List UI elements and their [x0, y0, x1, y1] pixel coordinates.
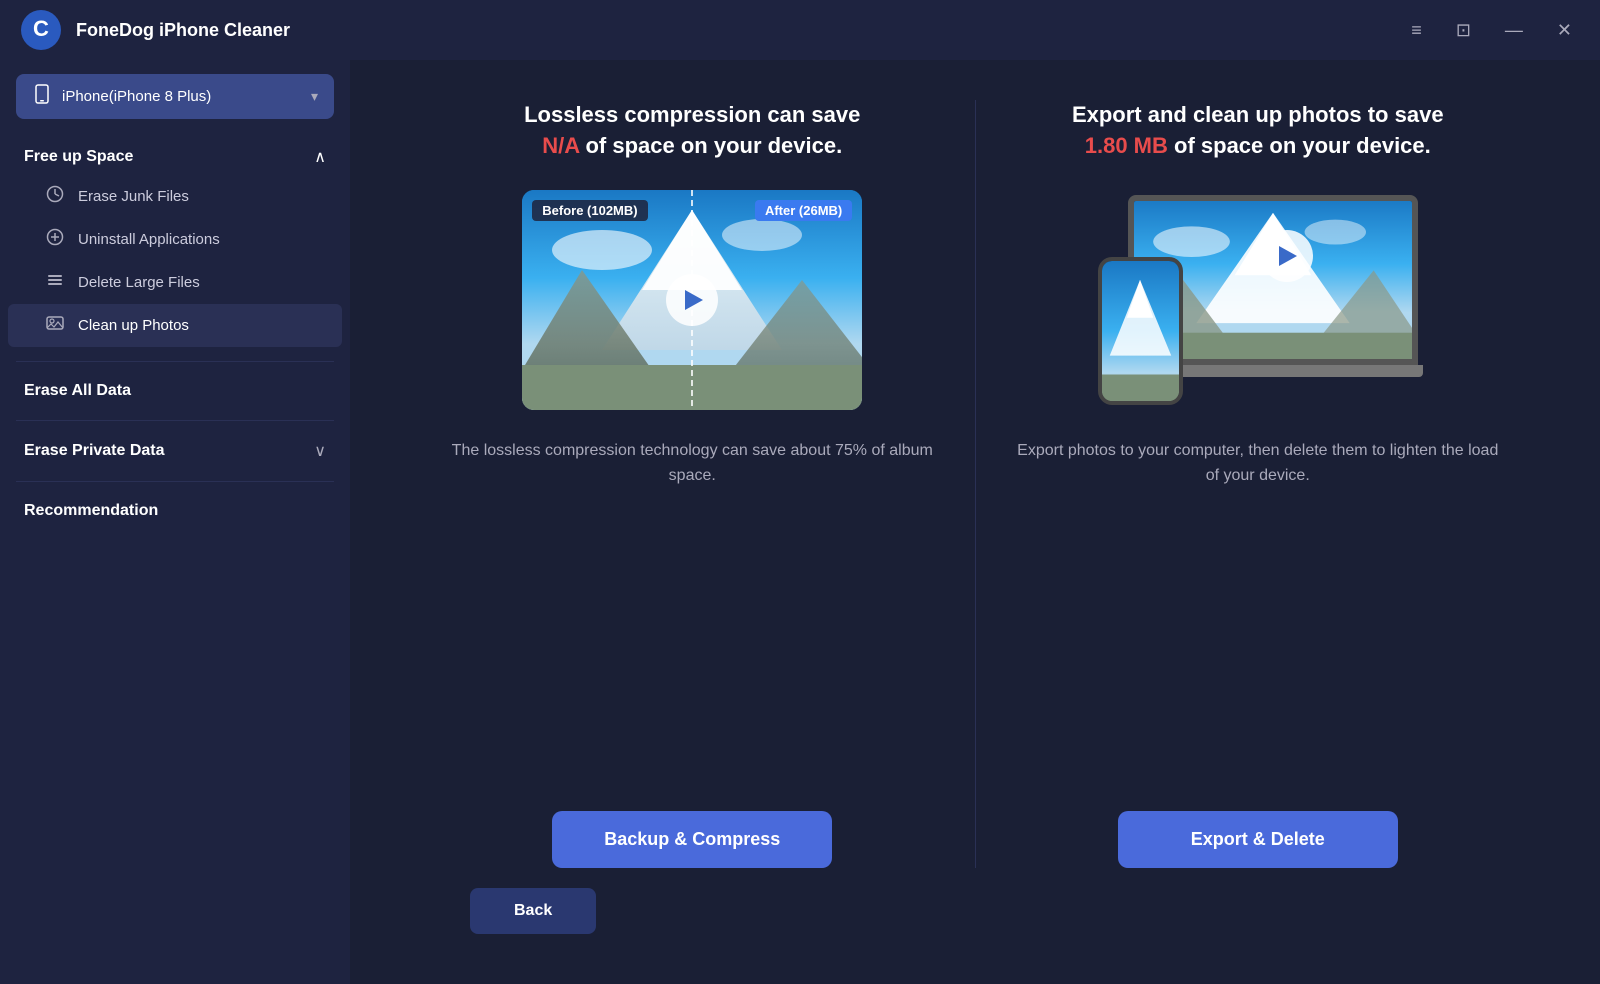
- panels-row: Lossless compression can save N/A of spa…: [410, 100, 1540, 868]
- divider-2: [16, 420, 334, 421]
- left-heading-highlight: N/A: [542, 133, 579, 158]
- right-panel-heading: Export and clean up photos to save 1.80 …: [1072, 100, 1444, 162]
- title-bar-controls: ≡ ⊡ — ✕: [1403, 17, 1580, 43]
- right-panel-description: Export photos to your computer, then del…: [1016, 438, 1501, 781]
- title-bar: C FoneDog iPhone Cleaner ≡ ⊡ — ✕: [0, 0, 1600, 60]
- right-heading-part1: Export and clean up photos to save: [1072, 102, 1444, 127]
- device-selector[interactable]: iPhone(iPhone 8 Plus) ▾: [16, 74, 334, 119]
- free-up-space-title: Free up Space: [24, 148, 133, 166]
- chevron-down-icon: ▾: [311, 88, 318, 105]
- chevron-erase-private: ∨: [314, 441, 326, 461]
- device-selector-left: iPhone(iPhone 8 Plus): [32, 84, 211, 109]
- delete-large-label: Delete Large Files: [78, 274, 200, 291]
- right-heading-part2: of space on your device.: [1174, 133, 1431, 158]
- title-bar-left: C FoneDog iPhone Cleaner: [20, 9, 290, 51]
- minimize-button[interactable]: —: [1497, 17, 1531, 43]
- right-panel-image: [1088, 190, 1428, 410]
- play-icon-laptop: [1279, 246, 1297, 266]
- bottom-bar: Back: [410, 868, 1540, 954]
- files-icon: [44, 271, 66, 294]
- close-button[interactable]: ✕: [1549, 17, 1580, 43]
- export-delete-button[interactable]: Export & Delete: [1118, 811, 1398, 868]
- main-layout: iPhone(iPhone 8 Plus) ▾ Free up Space ∧ …: [0, 60, 1600, 984]
- back-button[interactable]: Back: [470, 888, 596, 934]
- sidebar-item-clean-photos[interactable]: Clean up Photos: [8, 304, 342, 347]
- after-label: After (26MB): [755, 200, 852, 221]
- chat-button[interactable]: ⊡: [1448, 17, 1479, 43]
- erase-private-label: Erase Private Data: [24, 442, 165, 460]
- device-icon: [32, 84, 52, 109]
- free-up-space-header[interactable]: Free up Space ∧: [0, 133, 350, 175]
- left-heading-part2: of space on your device.: [585, 133, 842, 158]
- backup-compress-button[interactable]: Backup & Compress: [552, 811, 832, 868]
- device-label: iPhone(iPhone 8 Plus): [62, 88, 211, 105]
- collapse-icon: ∧: [314, 147, 326, 167]
- recommendation-label: Recommendation: [24, 502, 158, 519]
- right-panel: Export and clean up photos to save 1.80 …: [975, 100, 1541, 868]
- sidebar-section-free-up-space: Free up Space ∧ Erase Junk Files: [0, 133, 350, 355]
- play-icon: [685, 290, 703, 310]
- clock-icon: [44, 185, 66, 208]
- erase-private-header[interactable]: Erase Private Data ∨: [0, 427, 350, 475]
- before-label: Before (102MB): [532, 200, 647, 221]
- divider-3: [16, 481, 334, 482]
- sidebar-item-erase-all[interactable]: Erase All Data: [0, 368, 350, 414]
- clean-photos-label: Clean up Photos: [78, 317, 189, 334]
- left-panel-heading: Lossless compression can save N/A of spa…: [524, 100, 860, 162]
- erase-all-label: Erase All Data: [24, 382, 131, 399]
- sidebar-item-uninstall-apps[interactable]: Uninstall Applications: [8, 218, 342, 261]
- left-heading-part1: Lossless compression can save: [524, 102, 860, 127]
- app-title: FoneDog iPhone Cleaner: [76, 20, 290, 41]
- content-area: Lossless compression can save N/A of spa…: [350, 60, 1600, 984]
- mountain-background-left: Before (102MB) After (26MB): [522, 190, 862, 410]
- play-button-left[interactable]: [666, 274, 718, 326]
- sidebar-item-recommendation[interactable]: Recommendation: [0, 488, 350, 534]
- app-logo: C: [20, 9, 62, 51]
- apps-icon: [44, 228, 66, 251]
- menu-button[interactable]: ≡: [1403, 17, 1430, 43]
- divider-1: [16, 361, 334, 362]
- phone-device: [1098, 257, 1183, 405]
- sidebar-item-erase-junk[interactable]: Erase Junk Files: [8, 175, 342, 218]
- left-panel-description: The lossless compression technology can …: [450, 438, 935, 781]
- sidebar-item-delete-large[interactable]: Delete Large Files: [8, 261, 342, 304]
- svg-text:C: C: [33, 16, 49, 41]
- sidebar: iPhone(iPhone 8 Plus) ▾ Free up Space ∧ …: [0, 60, 350, 984]
- left-panel-image: Before (102MB) After (26MB): [522, 190, 862, 410]
- right-heading-highlight: 1.80 MB: [1085, 133, 1168, 158]
- erase-junk-label: Erase Junk Files: [78, 188, 189, 205]
- left-panel: Lossless compression can save N/A of spa…: [410, 100, 975, 868]
- photos-icon: [44, 314, 66, 337]
- play-button-laptop[interactable]: [1261, 230, 1313, 282]
- uninstall-apps-label: Uninstall Applications: [78, 231, 220, 248]
